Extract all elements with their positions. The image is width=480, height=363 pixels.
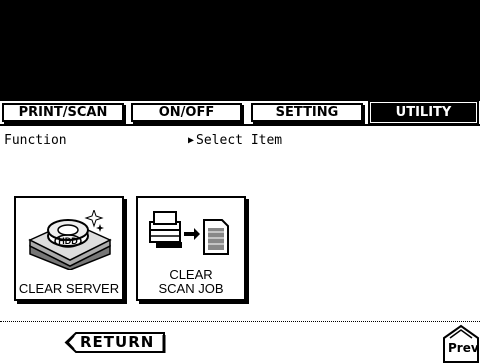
clear-scan-job-label-line1: CLEAR xyxy=(169,267,213,282)
display-top-area xyxy=(0,0,480,101)
footer-divider xyxy=(0,321,480,322)
tab-print-scan[interactable]: PRINT/SCAN xyxy=(2,103,124,122)
tab-bar: PRINT/SCAN ON/OFF SETTING UTILITY xyxy=(0,100,480,125)
hdd-clear-icon: HDD xyxy=(28,210,112,270)
select-item-prompt: ▶ Select Item xyxy=(188,133,282,148)
function-label: Function xyxy=(4,133,67,148)
select-item-text: Select Item xyxy=(196,133,283,148)
clear-server-label: CLEAR SERVER xyxy=(18,281,120,296)
clear-server-button[interactable]: HDD CLEAR SERVER xyxy=(14,196,124,301)
tab-divider xyxy=(0,124,480,126)
tab-utility[interactable]: UTILITY xyxy=(368,100,479,125)
play-arrow-icon: ▶ xyxy=(188,135,195,146)
return-label: RETURN xyxy=(80,333,155,351)
scan-job-clear-icon xyxy=(149,211,229,255)
return-button[interactable]: RETURN xyxy=(64,331,166,354)
clear-scan-job-button[interactable]: CLEAR SCAN JOB xyxy=(136,196,246,301)
prev-label: Prev xyxy=(448,341,479,355)
prev-button[interactable]: Prev xyxy=(442,324,480,363)
clear-scan-job-label-line2: SCAN JOB xyxy=(158,281,224,296)
tab-setting[interactable]: SETTING xyxy=(251,103,363,122)
tab-on-off[interactable]: ON/OFF xyxy=(131,103,242,122)
svg-text:HDD: HDD xyxy=(58,236,78,246)
